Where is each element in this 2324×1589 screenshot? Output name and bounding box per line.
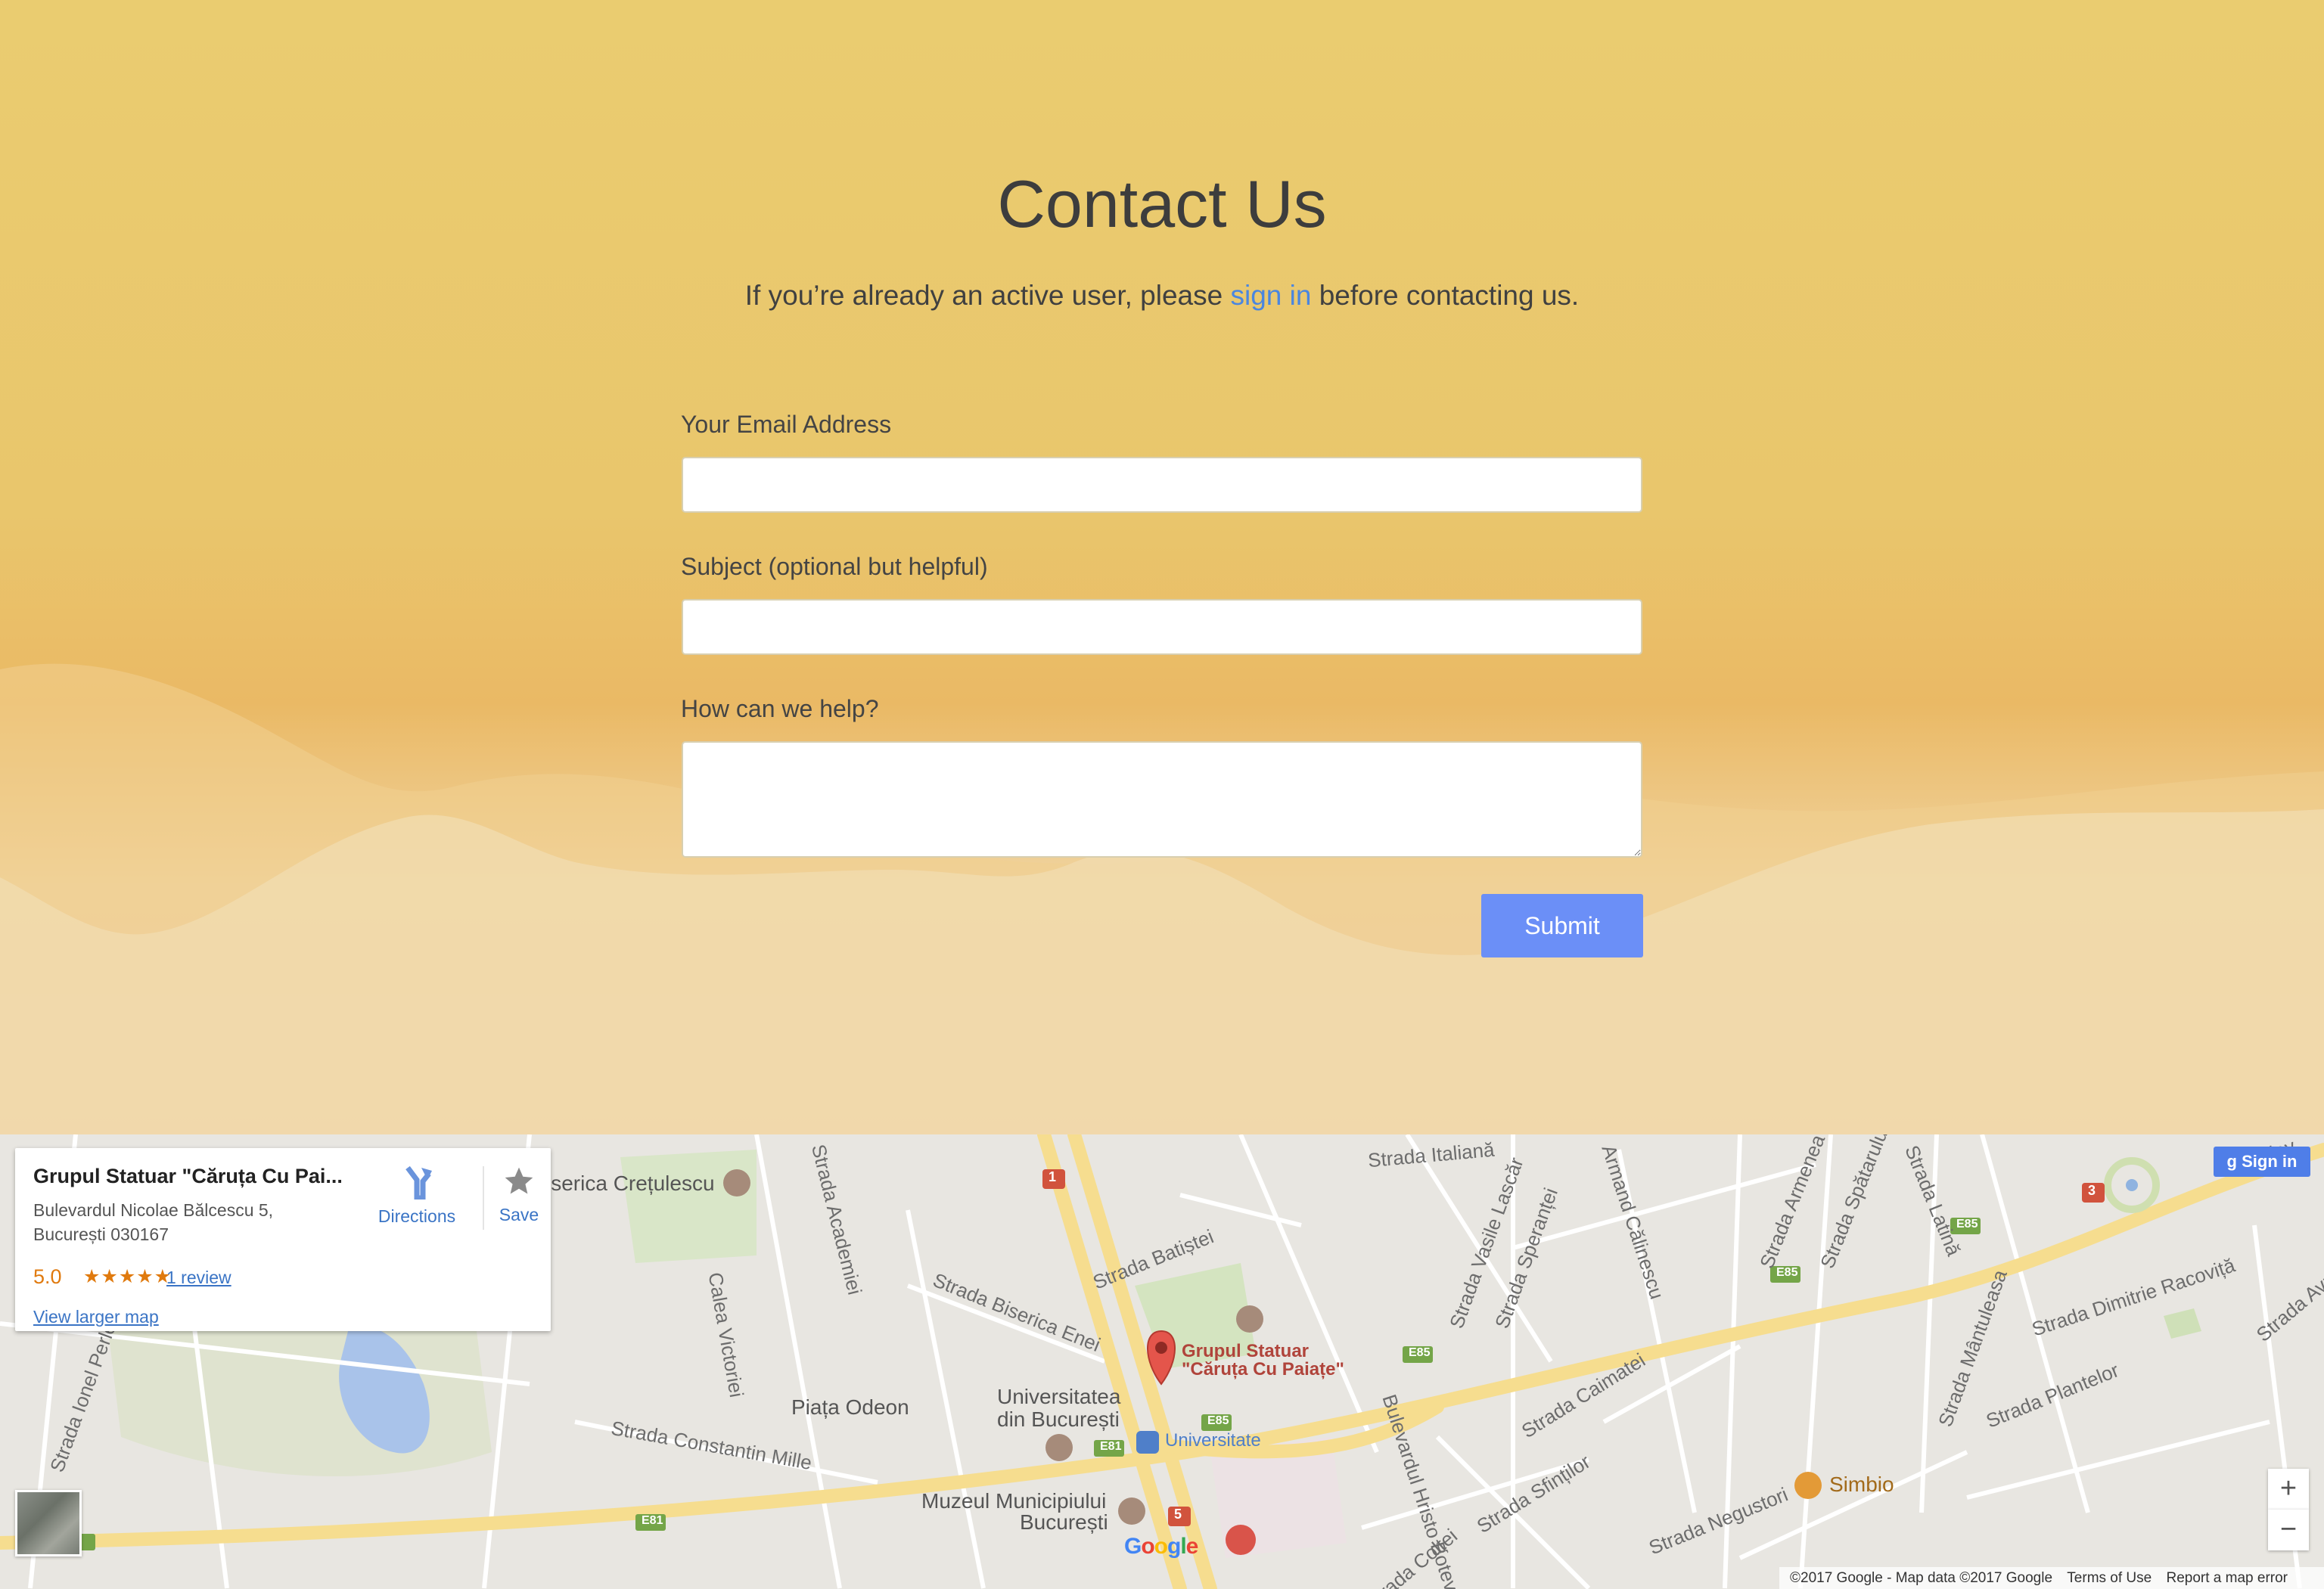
- save-label: Save: [499, 1205, 539, 1224]
- route-shield-label: 1: [1049, 1169, 1057, 1184]
- route-shield-label: 5: [1174, 1507, 1182, 1522]
- place-info-card: Grupul Statuar "Căruța Cu Pai... Bulevar…: [15, 1148, 551, 1331]
- poi-label: Simbio: [1829, 1473, 1894, 1496]
- place-name: Grupul Statuar "Căruța Cu Pai...: [33, 1165, 343, 1187]
- poi-label: iserica Crețulescu: [546, 1172, 715, 1195]
- email-label: Your Email Address: [681, 411, 892, 438]
- view-larger-map-link[interactable]: View larger map: [33, 1307, 159, 1327]
- address-line: Bulevardul Nicolae Bălcescu 5,: [33, 1200, 274, 1220]
- route-shield-label: E85: [1776, 1266, 1798, 1279]
- star-icon: [505, 1167, 533, 1194]
- rating-stars-icon: ★★★★★: [83, 1266, 172, 1287]
- satellite-toggle-button[interactable]: [15, 1490, 82, 1556]
- map-attribution-bar: ©2017 Google - Map data ©2017 Google Ter…: [1779, 1567, 2324, 1589]
- zoom-in-button[interactable]: +: [2268, 1469, 2309, 1510]
- address-line: București 030167: [33, 1224, 169, 1244]
- signin-notice: If you’re already an active user, please…: [0, 280, 2324, 312]
- directions-button[interactable]: Directions: [360, 1165, 474, 1227]
- rating-value: 5.0: [33, 1265, 62, 1288]
- map-sign-in-button[interactable]: g Sign in: [2214, 1147, 2310, 1177]
- subject-label: Subject (optional but helpful): [681, 553, 988, 580]
- metro-station-label: Universitate: [1165, 1430, 1261, 1451]
- submit-button[interactable]: Submit: [1481, 894, 1643, 957]
- route-shield-label: E81: [1100, 1440, 1122, 1453]
- reviews-link[interactable]: 1 review: [166, 1268, 231, 1288]
- directions-label: Directions: [377, 1206, 456, 1226]
- help-label: How can we help?: [681, 695, 879, 722]
- poi-label: Universitatea: [997, 1385, 1121, 1408]
- contact-section: Contact Us If you’re already an active u…: [0, 0, 2324, 1134]
- terms-of-use-link[interactable]: Terms of Use: [2067, 1570, 2152, 1586]
- marker-label-line2: "Căruța Cu Paiațe": [1182, 1359, 1344, 1380]
- zoom-out-button[interactable]: −: [2268, 1510, 2309, 1550]
- email-field[interactable]: [682, 457, 1642, 513]
- sign-in-link[interactable]: sign in: [1230, 280, 1311, 311]
- report-map-error-link[interactable]: Report a map error: [2167, 1570, 2288, 1586]
- route-shield-label: E85: [1409, 1346, 1431, 1359]
- route-shield-label: E85: [1207, 1414, 1229, 1427]
- route-shield-label: E81: [642, 1514, 663, 1527]
- sign-in-label: Sign in: [2242, 1152, 2298, 1171]
- directions-icon: [405, 1165, 432, 1201]
- card-divider: [483, 1166, 484, 1230]
- subject-field[interactable]: [682, 599, 1642, 655]
- page-title: Contact Us: [997, 166, 1327, 241]
- embedded-map[interactable]: Strada Italiană iserica Crețulescu Calea…: [0, 1134, 2324, 1589]
- google-logo: Google: [1124, 1534, 1198, 1559]
- map-marker-icon[interactable]: [1142, 1327, 1180, 1387]
- google-g-icon: g: [2226, 1152, 2237, 1171]
- notice-text-after: before contacting us.: [1311, 280, 1580, 311]
- poi-label: din București: [997, 1407, 1120, 1431]
- map-attribution: ©2017 Google - Map data ©2017 Google: [1790, 1570, 2053, 1586]
- route-shield-label: E85: [1956, 1218, 1978, 1231]
- save-button[interactable]: Save: [489, 1165, 549, 1225]
- poi-label: București: [1020, 1510, 1108, 1534]
- poi-label: Piața Odeon: [791, 1395, 909, 1419]
- help-message-field[interactable]: [682, 741, 1642, 858]
- route-shield-label: 3: [2088, 1183, 2096, 1198]
- place-address: Bulevardul Nicolae Bălcescu 5, București…: [33, 1198, 351, 1246]
- notice-text-before: If you’re already an active user, please: [744, 280, 1231, 311]
